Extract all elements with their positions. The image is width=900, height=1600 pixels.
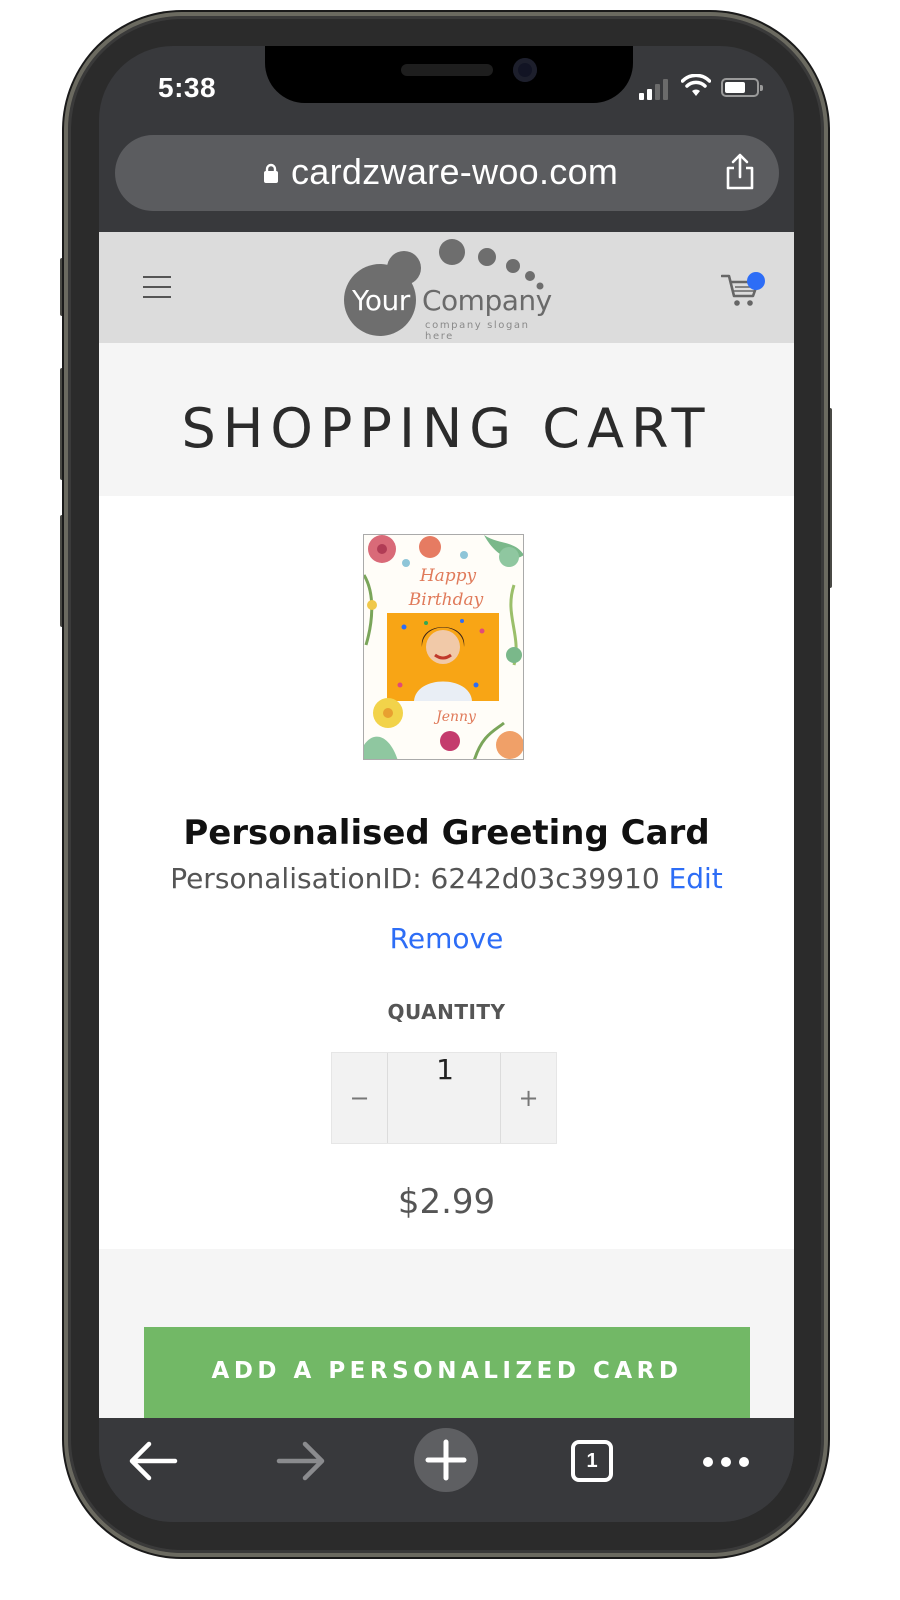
url-text[interactable]: cardzware-woo.com bbox=[291, 151, 618, 193]
svg-text:Happy: Happy bbox=[419, 566, 477, 586]
logo-word-your: Your bbox=[352, 284, 410, 317]
logo-word-company: Company bbox=[422, 284, 552, 317]
status-bar: 5:38 bbox=[99, 46, 794, 126]
page-title: SHOPPING CART bbox=[181, 397, 712, 460]
phone-screen: 5:38 cardzware-woo.com Your Company comp… bbox=[99, 46, 794, 1522]
product-name[interactable]: Personalised Greeting Card bbox=[99, 813, 794, 853]
page-title-band: SHOPPING CART bbox=[99, 343, 794, 496]
more-dots-icon[interactable] bbox=[691, 1428, 761, 1494]
notch bbox=[265, 46, 633, 103]
quantity-label: QUANTITY bbox=[387, 1000, 506, 1024]
personalisation-line: PersonalisationID: 6242d03c39910 Edit bbox=[99, 862, 794, 895]
speaker-grille bbox=[401, 64, 493, 76]
lock-icon bbox=[264, 163, 278, 183]
front-camera bbox=[513, 58, 537, 82]
greeting-card-image: Happy Birthday Jenny bbox=[364, 535, 523, 759]
remove-link[interactable]: Remove bbox=[99, 922, 794, 955]
item-price: $2.99 bbox=[397, 1182, 496, 1222]
new-tab-button[interactable] bbox=[411, 1428, 481, 1494]
svg-text:Jenny: Jenny bbox=[433, 709, 477, 725]
status-time: 5:38 bbox=[158, 72, 217, 103]
svg-text:Birthday: Birthday bbox=[408, 590, 484, 610]
personalisation-id: PersonalisationID: 6242d03c39910 bbox=[170, 862, 660, 895]
add-personalized-card-button[interactable]: ADD A PERSONALIZED CARD bbox=[144, 1327, 750, 1418]
tabs-icon: 1 bbox=[571, 1440, 613, 1482]
tabs-button[interactable]: 1 bbox=[557, 1428, 627, 1494]
browser-toolbar: 1 bbox=[99, 1418, 794, 1522]
quantity-stepper[interactable]: − 1 + bbox=[331, 1052, 557, 1144]
quantity-input[interactable]: 1 bbox=[388, 1053, 502, 1143]
quantity-decrease-button[interactable]: − bbox=[332, 1053, 388, 1143]
site-header: Your Company company slogan here bbox=[99, 232, 794, 343]
address-bar[interactable]: cardzware-woo.com bbox=[115, 135, 779, 211]
plus-icon bbox=[425, 1439, 467, 1481]
battery-icon bbox=[721, 78, 763, 97]
cart-count-badge[interactable] bbox=[747, 272, 765, 290]
share-icon[interactable] bbox=[725, 153, 755, 191]
quantity-increase-button[interactable]: + bbox=[500, 1053, 556, 1143]
wifi-icon bbox=[681, 74, 711, 96]
company-logo[interactable]: Your Company company slogan here bbox=[344, 236, 559, 342]
hamburger-icon[interactable] bbox=[143, 276, 171, 298]
logo-slogan: company slogan here bbox=[425, 320, 530, 342]
cart-item: Happy Birthday Jenny Personalised Greeti… bbox=[99, 496, 794, 1249]
web-page: Your Company company slogan here SHOPPIN… bbox=[99, 232, 794, 1418]
arrow-left-icon[interactable] bbox=[119, 1428, 189, 1494]
status-icons bbox=[639, 74, 769, 100]
product-thumbnail[interactable]: Happy Birthday Jenny bbox=[363, 534, 524, 760]
edit-link[interactable]: Edit bbox=[669, 862, 723, 895]
arrow-right-icon[interactable] bbox=[265, 1428, 335, 1494]
